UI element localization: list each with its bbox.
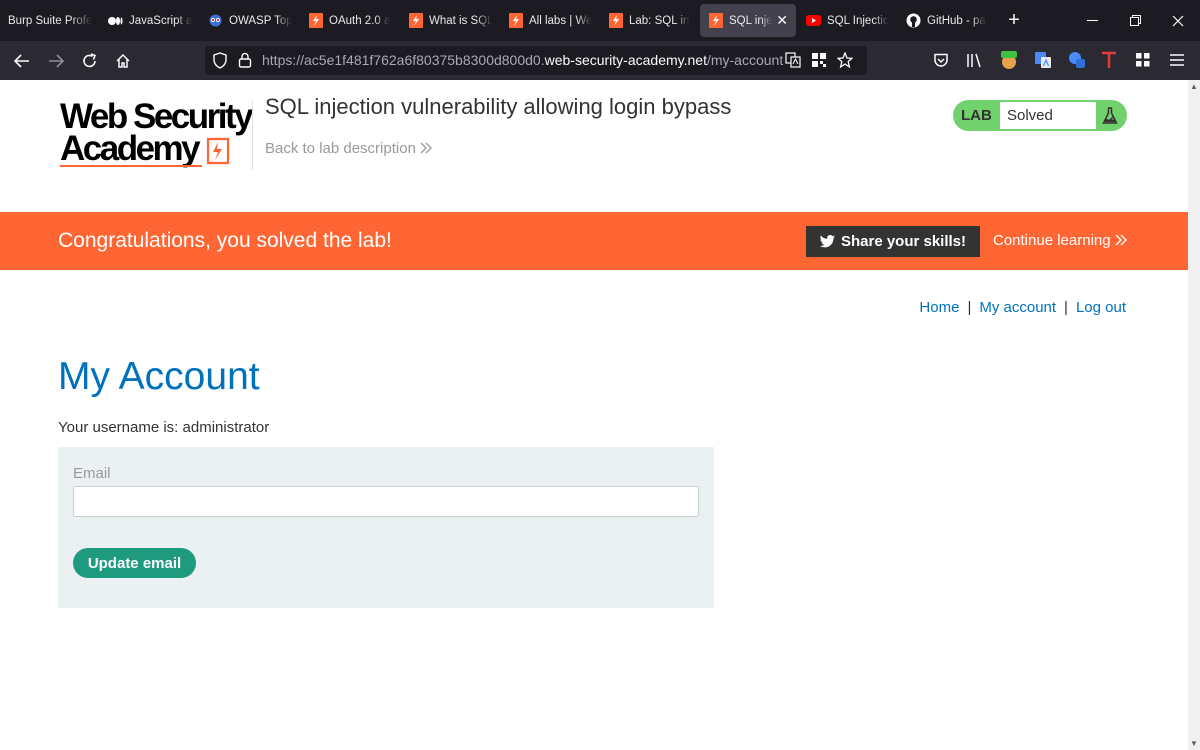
username-text: Your username is: administrator [58,419,270,436]
tracking-protection-icon[interactable] [212,52,228,74]
qr-code-icon[interactable] [812,53,826,72]
update-email-button[interactable]: Update email [73,548,196,578]
lab-label: LAB [961,107,992,124]
tab-title: SQL Injectio [827,14,890,27]
tab-title: What is SQL [429,14,492,27]
forward-arrow-icon[interactable] [40,45,72,77]
logo-line-2: Academy [60,129,201,168]
update-email-form: Email Update email [58,447,714,608]
tab-title: SQL injec [729,14,773,27]
pocket-icon[interactable] [930,49,952,71]
scroll-up-icon[interactable]: ▲ [1190,82,1198,91]
page-title: My Account [58,355,260,398]
continue-learning-link[interactable]: Continue learning [993,232,1127,249]
browser-nav-bar: https://ac5e1f481f762a6f80375b8300d800d0… [0,41,1200,80]
tab-title: JavaScript a [129,14,192,27]
tab-github[interactable]: GitHub - pa [898,0,996,41]
web-security-academy-logo[interactable]: Web Security Academy [60,98,254,170]
double-chevron-right-icon [1115,234,1127,246]
url-path: /my-account [706,52,784,68]
header-divider [252,100,253,170]
url-text[interactable]: https://ac5e1f481f762a6f80375b8300d800d0… [262,52,783,68]
reload-icon[interactable] [74,45,106,77]
new-tab-button[interactable]: + [996,0,1032,41]
portswigger-icon [408,13,423,28]
back-link-label: Back to lab description [265,140,416,157]
library-icon[interactable] [963,49,985,71]
url-host: web-security-academy.net [544,52,707,68]
log-out-link[interactable]: Log out [1076,299,1126,316]
tab-title: Lab: SQL inj [629,14,690,27]
t-extension-icon[interactable] [1098,49,1120,71]
minimize-button[interactable] [1070,0,1114,41]
lab-status-badge: LAB Solved [953,100,1127,131]
url-bar[interactable]: https://ac5e1f481f762a6f80375b8300d800d0… [205,46,867,75]
lock-icon[interactable] [238,52,252,73]
lab-title: SQL injection vulnerability allowing log… [265,94,732,119]
flask-icon [1096,102,1123,129]
logo-underline [60,165,202,167]
back-to-lab-description-link[interactable]: Back to lab description [265,140,433,157]
bookmark-star-icon[interactable] [836,51,854,73]
page-scrollbar[interactable]: ▲ ▼ [1188,80,1200,750]
tab-title: Burp Suite Profe [8,14,92,27]
tab-oauth[interactable]: OAuth 2.0 a [300,0,400,41]
close-icon[interactable]: ✕ [776,12,788,29]
share-your-skills-button[interactable]: Share your skills! [806,226,980,257]
restore-button[interactable] [1113,0,1157,41]
top-navigation: Home | My account | Log out [919,299,1126,316]
tab-sql-injection-active[interactable]: SQL injec ✕ [700,4,796,37]
continue-label: Continue learning [993,232,1111,249]
translator-extension-icon[interactable] [1066,49,1088,71]
lightning-bolt-icon [206,137,230,165]
back-arrow-icon[interactable] [6,45,38,77]
nav-separator: | [1064,299,1068,316]
twitter-icon [819,235,835,248]
url-prefix: https://ac5e1f481f762a6f80375b8300d800d0… [262,52,545,68]
email-label: Email [73,465,111,482]
tab-title: OAuth 2.0 a [329,14,391,27]
tab-burp-suite[interactable]: Burp Suite Profe [0,0,100,41]
nav-separator: | [967,299,972,316]
tab-title: GitHub - pa [927,14,986,27]
extensions-icon[interactable] [1132,49,1154,71]
tab-what-is-sql[interactable]: What is SQL [400,0,500,41]
github-icon [906,13,921,28]
translate-extension-icon[interactable] [1032,49,1054,71]
portswigger-icon [708,13,723,28]
medium-icon [108,13,123,28]
tab-title: OWASP Top [229,14,292,27]
hamburger-menu-icon[interactable] [1166,49,1188,71]
banner-message: Congratulations, you solved the lab! [58,229,392,252]
tab-owasp[interactable]: OWASP Top [200,0,300,41]
tab-youtube[interactable]: SQL Injectio [798,0,898,41]
youtube-icon [806,13,821,28]
double-chevron-right-icon [420,142,433,154]
scroll-down-icon[interactable]: ▼ [1190,739,1198,748]
owasp-icon [208,13,223,28]
home-icon[interactable] [107,45,139,77]
localcdn-extension-icon[interactable] [998,49,1020,71]
tab-lab-sql-inj[interactable]: Lab: SQL inj [600,0,698,41]
lab-status: Solved [1000,102,1096,129]
share-label: Share your skills! [840,233,967,250]
translate-icon[interactable] [785,52,801,73]
congratulations-banner: Congratulations, you solved the lab! Sha… [0,212,1188,270]
my-account-link[interactable]: My account [979,299,1056,316]
tab-title: All labs | We [529,14,592,27]
browser-tab-bar: Burp Suite Profe JavaScript a OWASP Top … [0,0,1200,41]
email-field[interactable] [73,486,699,517]
tab-javascript[interactable]: JavaScript a [100,0,200,41]
portswigger-icon [308,13,323,28]
close-window-button[interactable] [1156,0,1200,41]
portswigger-icon [608,13,623,28]
portswigger-icon [508,13,523,28]
home-link[interactable]: Home [919,299,959,316]
web-page: Web Security Academy SQL injection vulne… [0,80,1188,750]
tab-all-labs[interactable]: All labs | We [500,0,600,41]
